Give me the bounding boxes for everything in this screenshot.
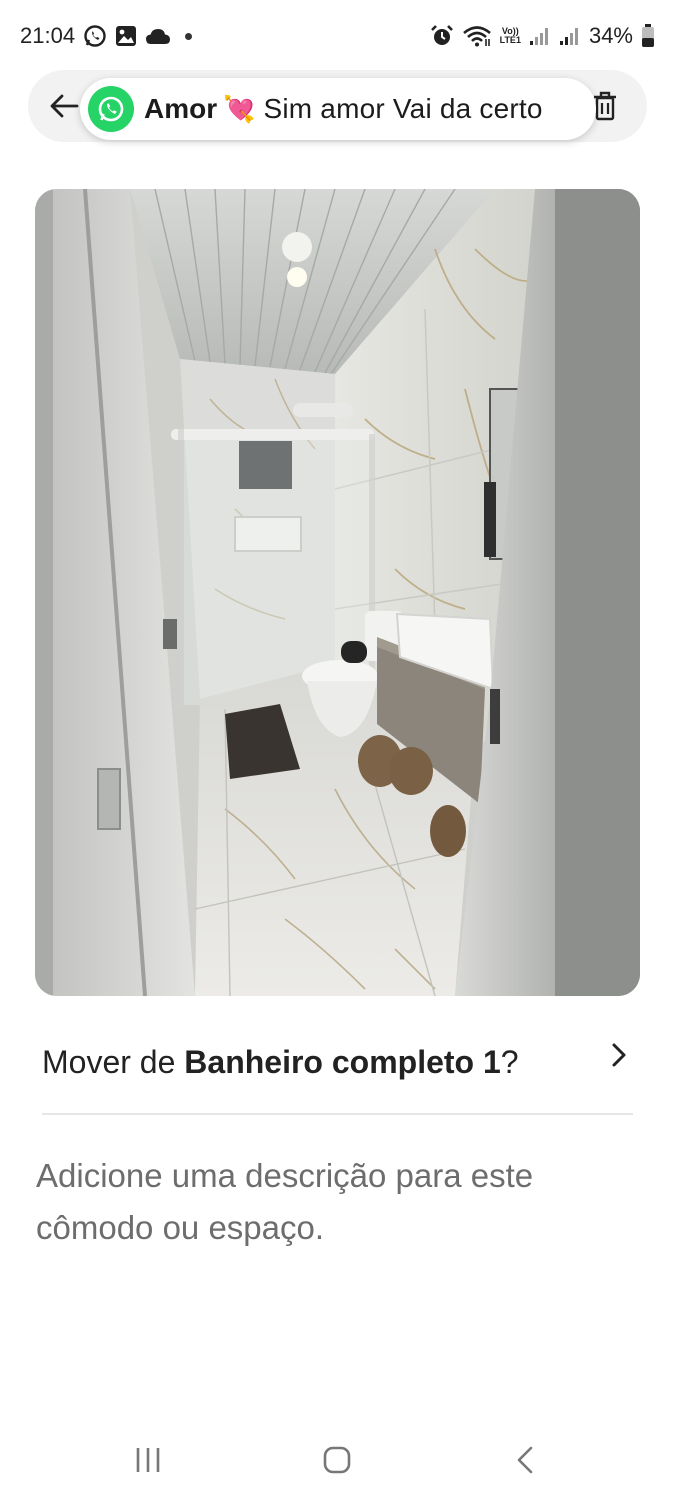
whatsapp-icon bbox=[88, 86, 134, 132]
battery-percentage: 34% bbox=[588, 23, 633, 48]
notification-message: Sim amor Vai da certo bbox=[263, 93, 543, 124]
back-icon bbox=[517, 1446, 533, 1474]
move-room-prefix: Mover de bbox=[42, 1043, 185, 1080]
move-room-suffix: ? bbox=[500, 1043, 519, 1080]
home-icon bbox=[323, 1446, 351, 1474]
signal-icon bbox=[559, 26, 581, 46]
move-room-text: Mover de Banheiro completo 1? bbox=[42, 1044, 519, 1081]
heart-arrow-emoji: 💘 bbox=[223, 93, 256, 124]
volte-bottom-text: LTE1 bbox=[499, 35, 521, 45]
whatsapp-icon bbox=[83, 24, 107, 48]
room-name: Banheiro completo 1 bbox=[184, 1043, 501, 1080]
status-time: 21:04 bbox=[20, 23, 76, 48]
cloud-icon bbox=[145, 26, 171, 46]
wifi-icon bbox=[462, 25, 492, 47]
whatsapp-notification[interactable]: Amor 💘 Sim amor Vai da certo bbox=[80, 78, 596, 140]
recents-icon bbox=[136, 1448, 160, 1472]
status-bar: 21:04 Vo)) LTE1 34% bbox=[0, 0, 675, 72]
divider bbox=[42, 1113, 633, 1115]
recents-button[interactable] bbox=[118, 1438, 178, 1482]
status-right: Vo)) LTE1 34% bbox=[430, 23, 655, 49]
signal-icon bbox=[529, 26, 551, 46]
nav-back-button[interactable] bbox=[496, 1438, 556, 1482]
gallery-icon bbox=[115, 25, 137, 47]
navigation-bar bbox=[0, 1420, 675, 1500]
chevron-right-icon bbox=[604, 1040, 634, 1070]
home-button[interactable] bbox=[307, 1438, 367, 1482]
bathroom-photo[interactable] bbox=[35, 189, 640, 996]
description-input[interactable]: Adicione uma descrição para este cômodo … bbox=[36, 1150, 616, 1254]
alarm-icon bbox=[430, 24, 454, 48]
dot-icon bbox=[185, 32, 193, 40]
volte-icon: Vo)) LTE1 bbox=[500, 27, 521, 45]
battery-icon bbox=[641, 24, 655, 48]
bathroom-photo-illustration bbox=[35, 189, 640, 996]
arrow-left-icon bbox=[50, 94, 79, 118]
move-room-row[interactable]: Mover de Banheiro completo 1? bbox=[42, 1030, 634, 1094]
app-screen: 21:04 Vo)) LTE1 34% Amor 💘 Sim amor Vai … bbox=[0, 0, 675, 1500]
status-left: 21:04 bbox=[20, 23, 193, 49]
notification-sender: Amor bbox=[144, 93, 218, 124]
